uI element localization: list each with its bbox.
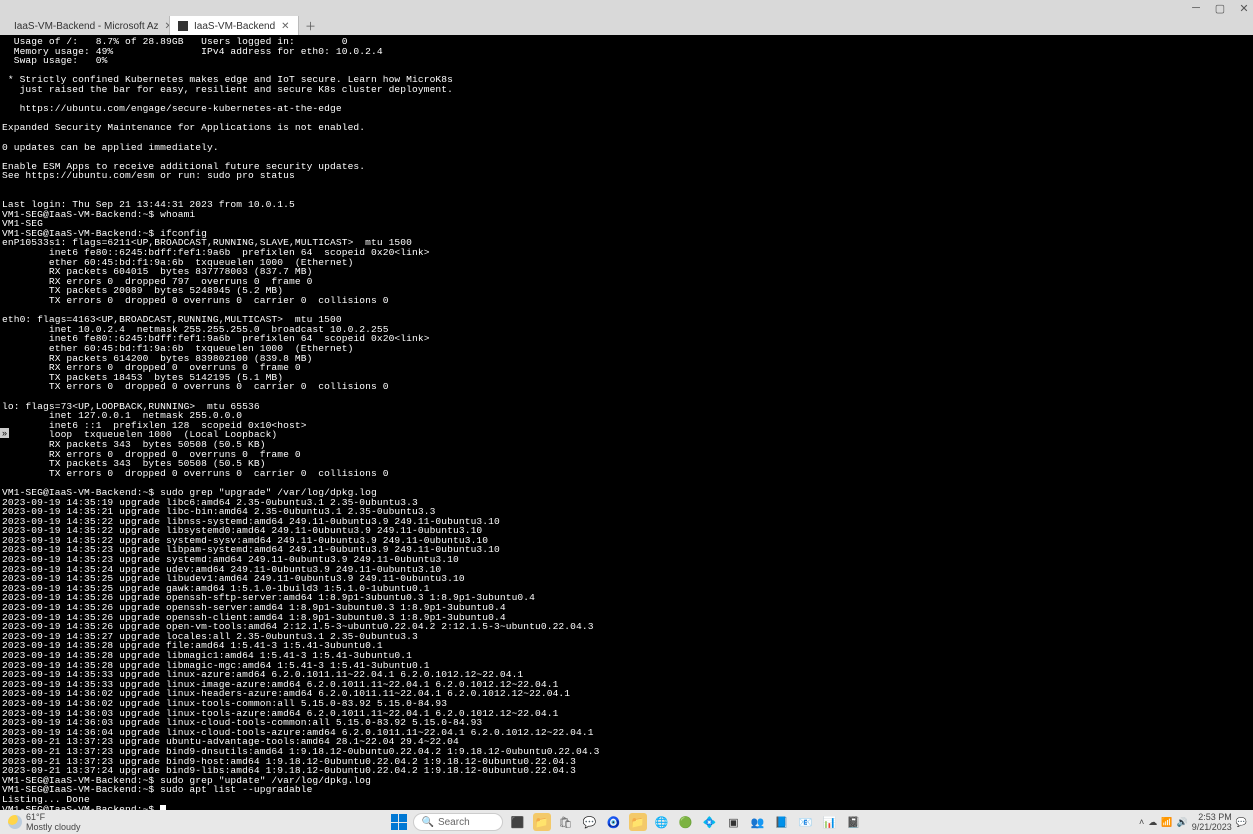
window-minimize-button[interactable]: ─ [1191,3,1201,13]
windows-taskbar: 61°F Mostly cloudy 🔍 Search ⬛ 📁 🛍 💬 🧿 📁 … [0,810,1253,834]
tray-notifications-icon[interactable]: 💬 [1236,817,1247,828]
task-view-icon[interactable]: ⬛ [509,813,527,831]
window-titlebar: ─ ▢ ✕ [0,0,1253,16]
terminal-favicon-icon [178,21,188,31]
tray-time: 2:53 PM [1192,812,1232,822]
taskbar-app-explorer2[interactable]: 📁 [629,813,647,831]
tray-cloud-icon[interactable]: ☁ [1148,817,1157,828]
taskbar-app-excel[interactable]: 📊 [821,813,839,831]
tray-volume-icon[interactable]: 🔊 [1177,817,1188,828]
weather-temp: 61°F [26,812,81,822]
taskbar-app-word[interactable]: 📘 [773,813,791,831]
system-tray: ˄ ☁ 📶 🔊 2:53 PM 9/21/2023 💬 [1133,812,1253,832]
taskbar-app-explorer[interactable]: 📁 [533,813,551,831]
weather-icon [8,815,22,829]
search-placeholder: Search [438,817,470,828]
taskbar-app-chat[interactable]: 💬 [581,813,599,831]
taskbar-app-store[interactable]: 🛍 [557,813,575,831]
tray-chevron-up-icon[interactable]: ˄ [1139,817,1144,827]
taskbar-app-chrome[interactable]: 🟢 [677,813,695,831]
tray-clock[interactable]: 2:53 PM 9/21/2023 [1192,812,1232,832]
tab-title: IaaS-VM-Backend [194,21,275,32]
taskbar-search-input[interactable]: 🔍 Search [413,813,503,831]
taskbar-app-terminal[interactable]: ▣ [725,813,743,831]
browser-tab-azure[interactable]: IaaS-VM-Backend - Microsoft Az ✕ [0,16,170,36]
tray-date: 9/21/2023 [1192,822,1232,832]
tab-close-icon[interactable]: ✕ [281,21,289,32]
terminal-text: Usage of /: 8.7% of 28.89GB Users logged… [2,36,599,810]
taskbar-app-edge[interactable]: 🌐 [653,813,671,831]
taskbar-center: 🔍 Search ⬛ 📁 🛍 💬 🧿 📁 🌐 🟢 💠 ▣ 👥 📘 📧 📊 📓 [391,813,863,831]
browser-tab-bastion[interactable]: IaaS-VM-Backend ✕ [170,16,299,36]
weather-desc: Mostly cloudy [26,822,81,832]
tab-title: IaaS-VM-Backend - Microsoft Az [14,21,159,32]
window-close-button[interactable]: ✕ [1239,3,1249,13]
start-button[interactable] [391,814,407,830]
taskbar-app-quickassist[interactable]: 🧿 [605,813,623,831]
window-maximize-button[interactable]: ▢ [1215,3,1225,13]
bastion-expand-handle[interactable]: » [0,428,9,438]
terminal-output[interactable]: Usage of /: 8.7% of 28.89GB Users logged… [0,35,1253,810]
search-icon: 🔍 [422,817,434,828]
new-tab-button[interactable]: ＋ [299,16,323,36]
tray-network-icon[interactable]: 📶 [1161,817,1172,828]
browser-tabstrip: IaaS-VM-Backend - Microsoft Az ✕ IaaS-VM… [0,16,1253,36]
taskbar-app-teams[interactable]: 👥 [749,813,767,831]
taskbar-app-onenote[interactable]: 📓 [845,813,863,831]
taskbar-weather-widget[interactable]: 61°F Mostly cloudy [0,812,89,832]
taskbar-app-vscode[interactable]: 💠 [701,813,719,831]
taskbar-app-outlook[interactable]: 📧 [797,813,815,831]
